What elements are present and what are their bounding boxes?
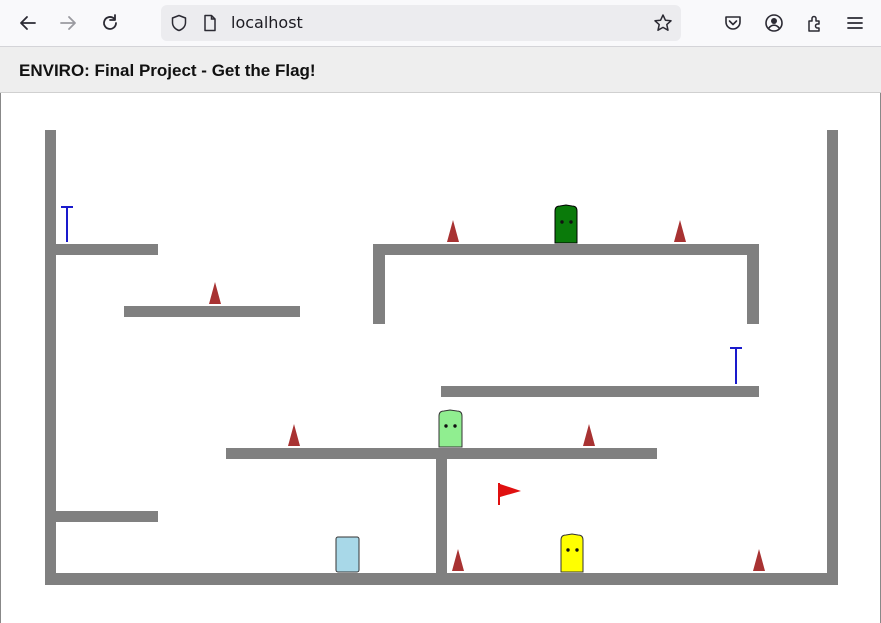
spike <box>447 220 459 242</box>
springs <box>61 206 742 384</box>
spike <box>452 549 464 571</box>
platform-top-long <box>373 244 759 255</box>
spring-icon <box>730 347 742 384</box>
forward-button[interactable] <box>52 7 84 39</box>
pocket-icon <box>725 16 741 30</box>
pocket-button[interactable] <box>717 7 749 39</box>
url-bar[interactable]: localhost <box>161 5 681 41</box>
reload-button[interactable] <box>94 7 126 39</box>
spike <box>209 282 221 304</box>
flag-icon <box>500 484 521 497</box>
game-canvas[interactable] <box>0 93 881 623</box>
browser-toolbar: localhost <box>0 0 881 47</box>
extensions-button[interactable] <box>799 7 831 39</box>
platform-upper-mid-left <box>124 306 300 317</box>
page-header: ENVIRO: Final Project - Get the Flag! <box>0 47 881 93</box>
light-green-character <box>438 409 463 448</box>
platform-mid-right <box>441 386 759 397</box>
spike <box>674 220 686 242</box>
extensions-icon <box>808 15 820 32</box>
account-button[interactable] <box>758 7 790 39</box>
platform-top-left-leg <box>373 255 385 324</box>
blue-block <box>335 536 360 573</box>
star-icon[interactable] <box>651 11 675 35</box>
page-title: ENVIRO: Final Project - Get the Flag! <box>19 61 316 80</box>
spike <box>753 549 765 571</box>
dark-green-character <box>554 204 578 244</box>
menu-icon <box>847 17 863 29</box>
eye <box>453 424 457 428</box>
eye <box>566 548 570 552</box>
floor <box>45 573 838 585</box>
platform-top-right-leg <box>747 255 759 324</box>
eye <box>569 220 573 224</box>
page-icon <box>198 11 222 35</box>
right-wall <box>827 130 838 585</box>
platform-upper-left <box>56 244 158 255</box>
forward-arrow-icon <box>60 16 76 30</box>
goal-flag <box>498 483 521 505</box>
eye <box>575 548 579 552</box>
account-icon <box>765 14 783 32</box>
spring-icon <box>61 206 73 242</box>
eye <box>560 220 564 224</box>
yellow-character <box>560 533 584 573</box>
spike <box>288 424 300 446</box>
divider-wall <box>436 459 447 573</box>
back-arrow-icon <box>20 16 36 30</box>
platform-lower-left <box>56 511 158 522</box>
platform-mid-long <box>226 448 657 459</box>
left-wall <box>45 130 56 585</box>
back-button[interactable] <box>12 7 44 39</box>
shield-icon[interactable] <box>167 11 191 35</box>
url-text[interactable]: localhost <box>231 13 303 32</box>
walls <box>45 130 838 585</box>
menu-button[interactable] <box>839 7 871 39</box>
spike <box>583 424 595 446</box>
reload-icon <box>103 14 117 30</box>
eye <box>444 424 448 428</box>
